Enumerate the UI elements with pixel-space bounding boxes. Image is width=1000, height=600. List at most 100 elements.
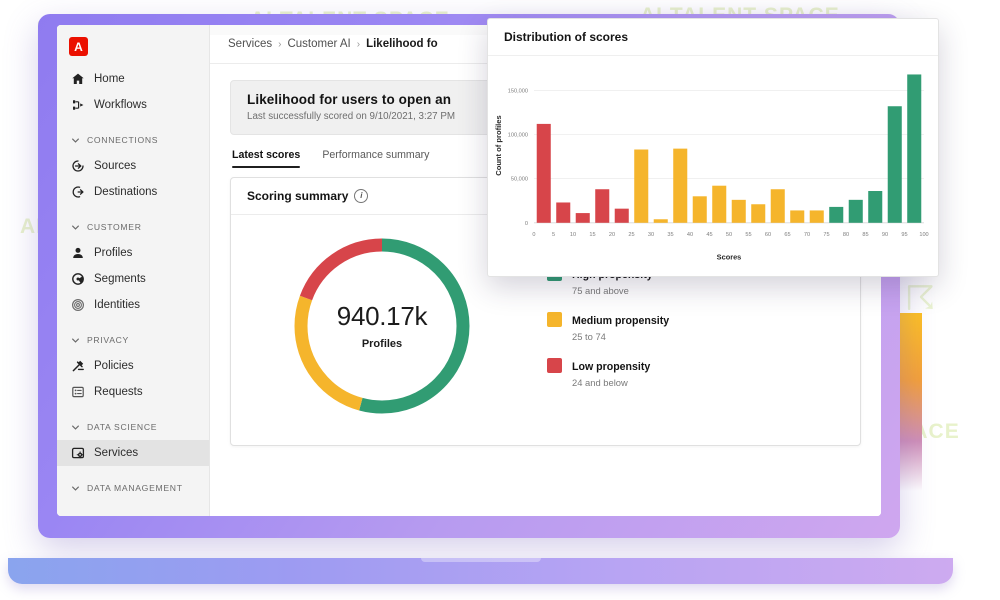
- sidebar-group-label: Data Science: [87, 422, 158, 432]
- sidebar-item-label: Requests: [94, 386, 143, 398]
- sidebar-item-requests[interactable]: Requests: [57, 379, 209, 405]
- chart-bar[interactable]: [634, 149, 649, 223]
- chart-bar[interactable]: [673, 148, 688, 223]
- tab-performance-summary[interactable]: Performance summary: [322, 149, 429, 168]
- home-icon: [70, 72, 85, 87]
- sidebar-item-destinations[interactable]: Destinations: [57, 179, 209, 205]
- workflows-icon: [70, 98, 85, 113]
- sidebar-item-identities[interactable]: Identities: [57, 292, 209, 318]
- sidebar-group-label: Privacy: [87, 335, 129, 345]
- x-axis-tick-label: 45: [706, 232, 712, 238]
- sidebar: A Home Workflows CONNECTIONS Sources Des…: [57, 25, 210, 516]
- chart-bar[interactable]: [770, 189, 785, 223]
- adobe-logo[interactable]: A: [69, 37, 88, 56]
- profile-icon: [70, 246, 85, 261]
- distribution-of-scores-panel: Distribution of scores 0 50,000 100,000 150…: [487, 18, 939, 277]
- sidebar-group-customer[interactable]: Customer: [57, 214, 209, 240]
- x-axis-tick-label: 55: [745, 232, 751, 238]
- chart-bar[interactable]: [712, 185, 727, 223]
- sources-icon: [70, 159, 85, 174]
- services-icon: [70, 446, 85, 461]
- x-axis-tick-label: 30: [648, 232, 654, 238]
- sidebar-item-label: Policies: [94, 360, 134, 372]
- y-axis-tick-label: 150,000: [508, 88, 528, 94]
- x-axis-tick-label: 100: [919, 232, 928, 238]
- requests-icon: [70, 385, 85, 400]
- sidebar-item-policies[interactable]: Policies: [57, 353, 209, 379]
- laptop-base: [8, 558, 953, 584]
- sidebar-item-workflows[interactable]: Workflows: [57, 92, 209, 118]
- chart-bar[interactable]: [614, 208, 629, 223]
- legend-range-medium: 25 to 74: [572, 330, 606, 342]
- x-axis-tick-label: 60: [765, 232, 771, 238]
- chart-bar[interactable]: [556, 202, 571, 223]
- breadcrumb-item-current: Likelihood fo: [366, 38, 438, 50]
- chevron-down-icon: [70, 336, 80, 345]
- sidebar-item-label: Home: [94, 73, 125, 85]
- sidebar-group-data-science[interactable]: Data Science: [57, 414, 209, 440]
- chart-bar[interactable]: [692, 196, 707, 223]
- legend-item-medium: Medium propensity 25 to 74: [547, 311, 669, 342]
- breadcrumb-separator-icon: ›: [356, 38, 361, 50]
- sidebar-group-connections[interactable]: Connections: [57, 127, 209, 153]
- chart-bar[interactable]: [536, 123, 551, 223]
- distribution-chart: 0 50,000 100,000 150,000 0 5 10 15 20 25 30 35 40 45 5…: [488, 56, 938, 276]
- segments-icon: [70, 272, 85, 287]
- panel-title: Scoring summary: [247, 189, 349, 203]
- chart-bar[interactable]: [848, 199, 863, 223]
- sidebar-item-label: Services: [94, 447, 139, 459]
- chart-bar[interactable]: [595, 189, 610, 223]
- sidebar-item-home[interactable]: Home: [57, 66, 209, 92]
- chart-bar[interactable]: [907, 74, 922, 223]
- distribution-chart-svg: 0 50,000 100,000 150,000 0 5 10 15 20 25 30 35 40 45 5…: [494, 74, 929, 262]
- sidebar-group-privacy[interactable]: Privacy: [57, 327, 209, 353]
- legend-range-high: 75 and above: [572, 284, 629, 296]
- x-axis-tick-label: 20: [609, 232, 615, 238]
- y-axis-tick-label: 100,000: [508, 132, 528, 138]
- chart-bar[interactable]: [809, 210, 824, 223]
- x-axis-tick-label: 50: [726, 232, 732, 238]
- chart-bar[interactable]: [868, 191, 883, 223]
- sidebar-item-label: Segments: [94, 273, 146, 285]
- sidebar-item-segments[interactable]: Segments: [57, 266, 209, 292]
- x-axis-tick-label: 90: [882, 232, 888, 238]
- brand-area: A: [57, 31, 209, 66]
- propensity-donut-chart: 940.17k Profiles: [289, 233, 475, 419]
- chart-bar[interactable]: [731, 199, 746, 223]
- legend-label-low: Low propensity: [572, 360, 651, 373]
- sidebar-item-sources[interactable]: Sources: [57, 153, 209, 179]
- chevron-down-icon: [70, 136, 80, 145]
- info-icon[interactable]: i: [354, 189, 369, 203]
- sidebar-group-label: Customer: [87, 222, 142, 232]
- chevron-down-icon: [70, 223, 80, 232]
- distribution-panel-title: Distribution of scores: [488, 19, 938, 56]
- chart-bar[interactable]: [790, 210, 805, 223]
- x-axis-tick-label: 5: [552, 232, 555, 238]
- chart-bar[interactable]: [653, 219, 668, 223]
- tab-latest-scores[interactable]: Latest scores: [232, 149, 301, 169]
- x-axis-tick-label: 65: [784, 232, 790, 238]
- sidebar-group-data-management[interactable]: Data Management: [57, 475, 209, 501]
- sidebar-item-profiles[interactable]: Profiles: [57, 240, 209, 266]
- sidebar-item-label: Destinations: [94, 186, 158, 198]
- chart-bar[interactable]: [575, 213, 590, 223]
- sidebar-item-label: Identities: [94, 299, 141, 311]
- x-axis-tick-label: 40: [687, 232, 693, 238]
- breadcrumb-separator-icon: ›: [278, 38, 282, 50]
- x-axis-tick-label: 85: [862, 232, 868, 238]
- sidebar-group-label: Connections: [87, 135, 159, 145]
- breadcrumb-item-customer-ai[interactable]: Customer AI: [287, 38, 350, 50]
- sidebar-group-label: Data Management: [87, 483, 183, 493]
- destinations-icon: [70, 185, 85, 200]
- sidebar-item-label: Profiles: [94, 247, 133, 259]
- breadcrumb-item-services[interactable]: Services: [228, 38, 272, 50]
- x-axis-tick-label: 70: [804, 232, 810, 238]
- chart-bar[interactable]: [751, 204, 766, 223]
- chart-bar[interactable]: [887, 106, 902, 223]
- y-axis-tick-label: 50,000: [511, 177, 528, 183]
- sidebar-item-services[interactable]: Services: [57, 440, 209, 466]
- legend-swatch-medium: [547, 311, 562, 327]
- x-axis-tick-label: 10: [570, 232, 576, 238]
- chart-bar[interactable]: [829, 206, 844, 223]
- sidebar-item-label: Workflows: [94, 99, 147, 111]
